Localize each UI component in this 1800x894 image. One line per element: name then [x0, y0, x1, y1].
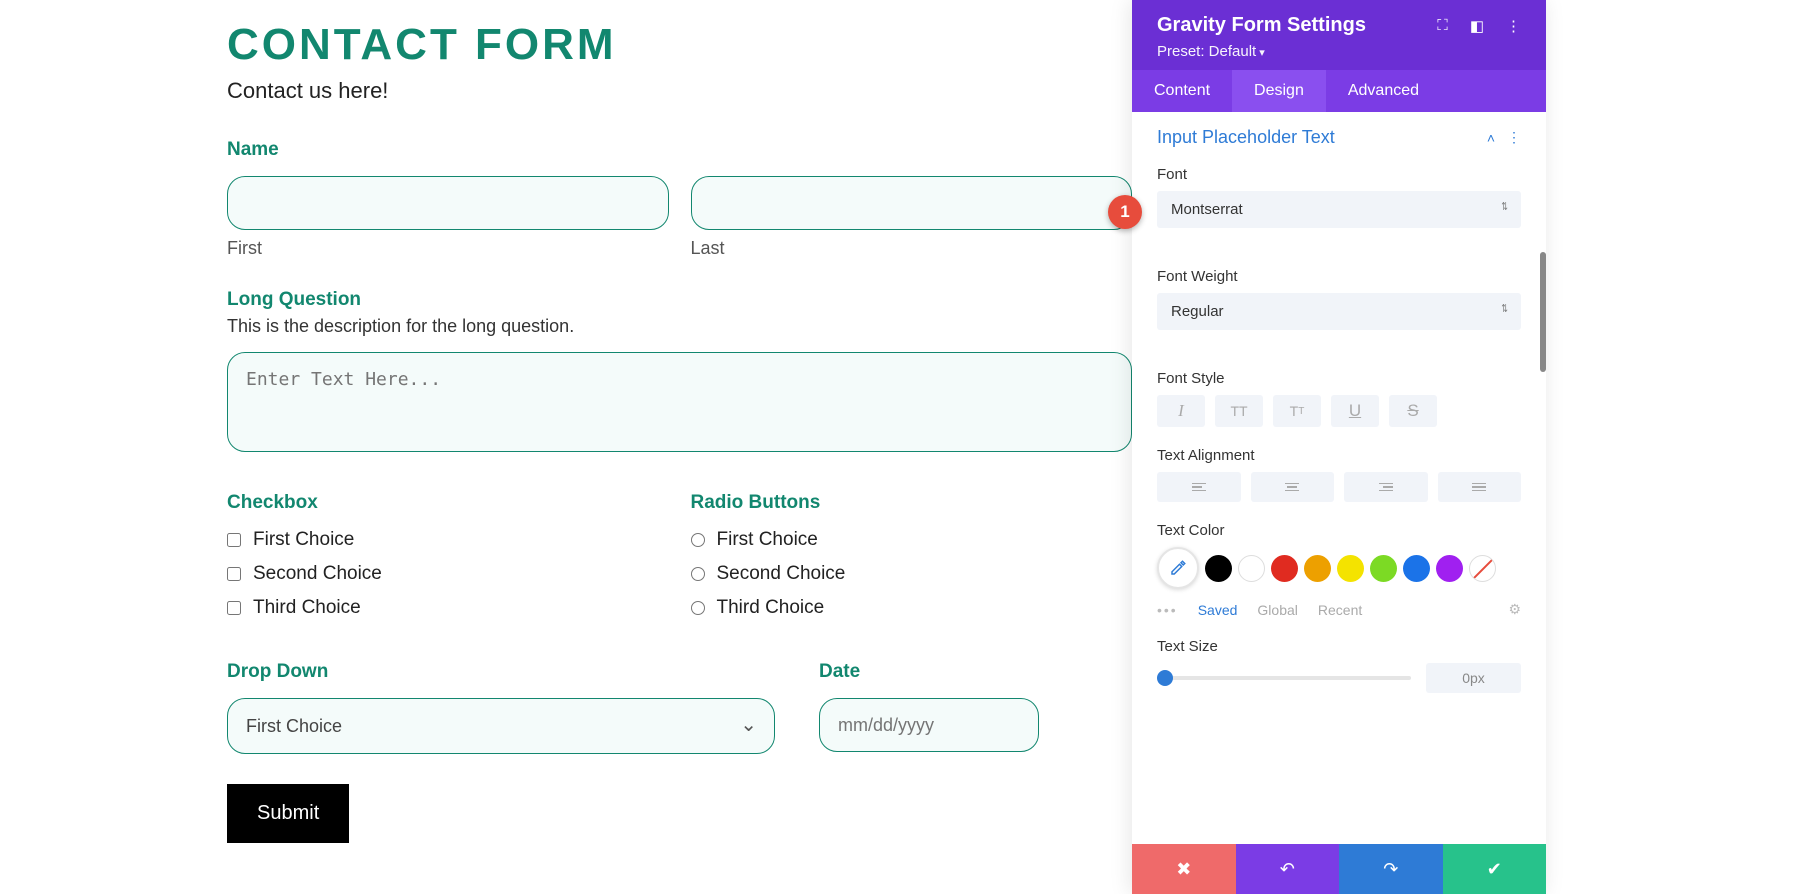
form-preview: CONTACT FORM Contact us here! Name First…	[0, 0, 1132, 843]
radio-option: Third Choice	[691, 597, 1133, 619]
italic-button[interactable]: I	[1157, 395, 1205, 427]
cancel-button[interactable]: ✖	[1132, 844, 1236, 894]
radio-input[interactable]	[691, 601, 705, 615]
font-select[interactable]: Montserrat	[1157, 191, 1521, 228]
checkbox-option: First Choice	[227, 529, 669, 551]
color-swatch[interactable]	[1205, 555, 1232, 582]
radio-option: Second Choice	[691, 563, 1133, 585]
color-tab-saved[interactable]: Saved	[1198, 602, 1238, 618]
color-swatch[interactable]	[1403, 555, 1430, 582]
radio-option: First Choice	[691, 529, 1133, 551]
checkbox-input[interactable]	[227, 567, 241, 581]
color-swatch[interactable]	[1436, 555, 1463, 582]
panel-tabs: Content Design Advanced	[1132, 70, 1546, 112]
tab-design[interactable]: Design	[1232, 70, 1326, 112]
redo-button[interactable]: ↷	[1339, 844, 1443, 894]
color-swatch[interactable]	[1271, 555, 1298, 582]
smallcaps-button[interactable]: TT	[1273, 395, 1321, 427]
checkbox-label: Checkbox	[227, 492, 669, 514]
submit-button[interactable]: Submit	[227, 784, 349, 843]
more-colors-icon[interactable]: •••	[1157, 602, 1178, 618]
name-last-sublabel: Last	[691, 238, 1133, 259]
tab-content[interactable]: Content	[1132, 70, 1232, 112]
name-label: Name	[227, 139, 1132, 161]
name-first-input[interactable]	[227, 176, 669, 230]
color-label: Text Color	[1157, 522, 1521, 539]
eyedropper-icon[interactable]	[1157, 547, 1199, 589]
panel-body: Input Placeholder Text ˄ ⋮ Font Montserr…	[1132, 112, 1546, 844]
size-slider[interactable]	[1157, 676, 1411, 680]
chevron-up-icon[interactable]: ˄	[1487, 130, 1495, 146]
panel-title: Gravity Form Settings	[1157, 14, 1366, 37]
panel-header: Gravity Form Settings ⛶ ◧ ⋮ Preset: Defa…	[1132, 0, 1546, 70]
radio-label: Radio Buttons	[691, 492, 1133, 514]
name-last-input[interactable]	[691, 176, 1133, 230]
annotation-marker: 1	[1108, 195, 1142, 229]
form-title: CONTACT FORM	[227, 20, 1132, 70]
preset-selector[interactable]: Preset: Default	[1157, 43, 1521, 60]
color-tab-recent[interactable]: Recent	[1318, 602, 1362, 618]
form-subtitle: Contact us here!	[227, 78, 1132, 104]
slider-thumb[interactable]	[1157, 670, 1173, 686]
section-header[interactable]: Input Placeholder Text ˄ ⋮	[1157, 127, 1521, 148]
checkbox-option: Second Choice	[227, 563, 669, 585]
font-label: Font	[1157, 166, 1521, 183]
date-input[interactable]	[819, 698, 1039, 752]
checkbox-input[interactable]	[227, 601, 241, 615]
name-first-sublabel: First	[227, 238, 669, 259]
strikethrough-button[interactable]: S	[1389, 395, 1437, 427]
dock-icon[interactable]: ◧	[1470, 17, 1484, 35]
section-menu-icon[interactable]: ⋮	[1507, 129, 1521, 146]
no-color-swatch[interactable]	[1469, 555, 1496, 582]
expand-icon[interactable]: ⛶	[1437, 17, 1448, 34]
radio-input[interactable]	[691, 533, 705, 547]
underline-button[interactable]: U	[1331, 395, 1379, 427]
uppercase-button[interactable]: TT	[1215, 395, 1263, 427]
long-question-label: Long Question	[227, 289, 1132, 311]
align-right-button[interactable]	[1344, 472, 1428, 502]
align-label: Text Alignment	[1157, 447, 1521, 464]
undo-button[interactable]: ↶	[1236, 844, 1340, 894]
color-tab-global[interactable]: Global	[1257, 602, 1297, 618]
color-swatch[interactable]	[1238, 555, 1265, 582]
settings-panel: Gravity Form Settings ⛶ ◧ ⋮ Preset: Defa…	[1132, 0, 1546, 894]
menu-icon[interactable]: ⋮	[1506, 17, 1521, 35]
date-label: Date	[819, 661, 1039, 683]
style-label: Font Style	[1157, 370, 1521, 387]
radio-input[interactable]	[691, 567, 705, 581]
panel-footer: ✖ ↶ ↷ ✔	[1132, 844, 1546, 894]
color-swatch[interactable]	[1370, 555, 1397, 582]
color-swatch[interactable]	[1337, 555, 1364, 582]
checkbox-option: Third Choice	[227, 597, 669, 619]
size-label: Text Size	[1157, 638, 1521, 655]
tab-advanced[interactable]: Advanced	[1326, 70, 1441, 112]
size-value-input[interactable]	[1426, 663, 1521, 693]
dropdown-label: Drop Down	[227, 661, 775, 683]
align-justify-button[interactable]	[1438, 472, 1522, 502]
align-left-button[interactable]	[1157, 472, 1241, 502]
color-swatch[interactable]	[1304, 555, 1331, 582]
dropdown-select[interactable]: First Choice	[227, 698, 775, 754]
weight-label: Font Weight	[1157, 268, 1521, 285]
checkbox-input[interactable]	[227, 533, 241, 547]
align-center-button[interactable]	[1251, 472, 1335, 502]
apply-button[interactable]: ✔	[1443, 844, 1547, 894]
long-question-textarea[interactable]	[227, 352, 1132, 452]
scrollbar[interactable]	[1540, 252, 1546, 372]
long-question-desc: This is the description for the long que…	[227, 316, 1132, 337]
weight-select[interactable]: Regular	[1157, 293, 1521, 330]
gear-icon[interactable]: ⚙	[1508, 601, 1521, 618]
